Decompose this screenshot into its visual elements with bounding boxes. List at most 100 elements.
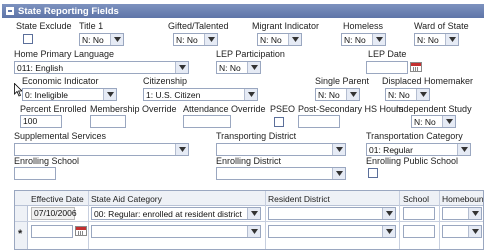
state-exclude-checkbox[interactable] bbox=[23, 34, 33, 44]
chevron-down-icon[interactable] bbox=[468, 208, 481, 219]
homeless-value: N: No bbox=[344, 34, 366, 45]
enrolling-school-label: Enrolling School bbox=[14, 156, 80, 166]
migrant-value: N: No bbox=[260, 34, 282, 45]
displaced-homemaker-label: Displaced Homemaker bbox=[382, 76, 474, 86]
new-row-marker: * bbox=[18, 228, 23, 240]
independent-study-label: Independent Study bbox=[396, 104, 472, 114]
col-homebound[interactable]: Homebound bbox=[442, 194, 483, 204]
homeless-select[interactable]: N: No bbox=[341, 33, 386, 46]
chevron-down-icon[interactable] bbox=[468, 226, 481, 237]
independent-study-select[interactable]: N: No bbox=[411, 115, 456, 128]
enrolling-public-school-label: Enrolling Public School bbox=[366, 156, 459, 166]
pseo-checkbox[interactable] bbox=[274, 117, 284, 127]
chevron-down-icon[interactable] bbox=[372, 34, 385, 45]
chevron-down-icon[interactable] bbox=[442, 116, 455, 127]
single-parent-label: Single Parent bbox=[315, 76, 370, 86]
school-input[interactable] bbox=[403, 207, 435, 220]
citizenship-select[interactable]: 1: U.S. Citizen bbox=[143, 88, 258, 101]
title1-select[interactable]: N: No bbox=[79, 33, 124, 46]
new-resident-district-select[interactable] bbox=[268, 225, 396, 238]
col-school[interactable]: School bbox=[403, 194, 429, 204]
chevron-down-icon[interactable] bbox=[247, 62, 260, 73]
home-language-label: Home Primary Language bbox=[14, 49, 115, 59]
enrolling-district-label: Enrolling District bbox=[216, 156, 282, 166]
transportation-category-select[interactable]: 01: Regular bbox=[366, 143, 471, 156]
chevron-down-icon[interactable] bbox=[288, 34, 301, 45]
chevron-down-icon[interactable] bbox=[416, 89, 429, 100]
chevron-down-icon[interactable] bbox=[204, 34, 217, 45]
displaced-homemaker-select[interactable]: N: No bbox=[385, 88, 430, 101]
migrant-label: Migrant Indicator bbox=[252, 21, 320, 31]
chevron-down-icon[interactable] bbox=[175, 144, 188, 155]
chevron-down-icon[interactable] bbox=[244, 89, 257, 100]
chevron-down-icon[interactable] bbox=[332, 168, 345, 179]
ward-select[interactable]: N: No bbox=[414, 33, 459, 46]
gifted-label: Gifted/Talented bbox=[168, 21, 229, 31]
home-language-value: 011: English bbox=[17, 62, 64, 73]
percent-enrolled-input[interactable]: 100 bbox=[20, 115, 62, 128]
chevron-down-icon[interactable] bbox=[175, 62, 188, 73]
economic-indicator-value: 0: Ineligible bbox=[25, 89, 69, 100]
citizenship-label: Citizenship bbox=[143, 76, 188, 86]
membership-override-label: Membership Override bbox=[90, 104, 177, 114]
effective-date-cell[interactable]: 07/10/2006 bbox=[31, 207, 77, 220]
percent-enrolled-label: Percent Enrolled bbox=[20, 104, 87, 114]
chevron-down-icon[interactable] bbox=[247, 208, 260, 219]
new-homebound-select[interactable] bbox=[442, 225, 482, 238]
col-resident-district[interactable]: Resident District bbox=[268, 194, 330, 204]
chevron-down-icon[interactable] bbox=[103, 89, 116, 100]
attendance-override-input[interactable] bbox=[183, 115, 231, 128]
lep-date-input[interactable] bbox=[366, 61, 408, 74]
gifted-value: N: No bbox=[176, 34, 198, 45]
citizenship-value: 1: U.S. Citizen bbox=[146, 89, 201, 100]
resident-district-select[interactable] bbox=[268, 207, 396, 220]
homebound-select[interactable] bbox=[442, 207, 482, 220]
chevron-down-icon[interactable] bbox=[332, 144, 345, 155]
migrant-select[interactable]: N: No bbox=[257, 33, 302, 46]
enrolling-school-input[interactable] bbox=[14, 167, 56, 180]
title1-value: N: No bbox=[82, 34, 104, 45]
chevron-down-icon[interactable] bbox=[247, 226, 260, 237]
title1-label: Title 1 bbox=[79, 21, 104, 31]
new-state-aid-category-select[interactable] bbox=[91, 225, 261, 238]
lep-participation-select[interactable]: N: No bbox=[216, 61, 261, 74]
transportation-category-value: 01: Regular bbox=[369, 144, 413, 155]
state-reporting-panel: State Reporting Fields State Exclude Tit… bbox=[0, 0, 486, 250]
supplemental-services-select[interactable] bbox=[14, 143, 189, 156]
chevron-down-icon[interactable] bbox=[382, 208, 395, 219]
state-aid-category-select[interactable]: 00: Regular: enrolled at resident distri… bbox=[91, 207, 261, 220]
gifted-select[interactable]: N: No bbox=[173, 33, 218, 46]
membership-override-input[interactable] bbox=[90, 115, 126, 128]
calendar-icon[interactable] bbox=[75, 226, 87, 236]
col-effective-date[interactable]: Effective Date bbox=[31, 194, 84, 204]
transporting-district-select[interactable] bbox=[216, 143, 346, 156]
ward-label: Ward of State bbox=[414, 21, 469, 31]
single-parent-value: N: No bbox=[318, 89, 340, 100]
chevron-down-icon[interactable] bbox=[110, 34, 123, 45]
attendance-override-label: Attendance Override bbox=[183, 104, 266, 114]
chevron-down-icon[interactable] bbox=[382, 226, 395, 237]
section-header[interactable]: State Reporting Fields bbox=[2, 4, 484, 18]
chevron-down-icon[interactable] bbox=[346, 89, 359, 100]
home-language-select[interactable]: 011: English bbox=[14, 61, 189, 74]
transporting-district-label: Transporting District bbox=[216, 131, 297, 141]
lep-participation-value: N: No bbox=[219, 62, 241, 73]
ward-value: N: No bbox=[417, 34, 439, 45]
enrolling-district-select[interactable] bbox=[216, 167, 346, 180]
state-aid-grid: Effective Date State Aid Category Reside… bbox=[14, 190, 484, 250]
post-secondary-hours-input[interactable] bbox=[298, 115, 340, 128]
single-parent-select[interactable]: N: No bbox=[315, 88, 360, 101]
collapse-icon[interactable] bbox=[6, 7, 14, 15]
enrolling-public-school-checkbox[interactable] bbox=[368, 168, 378, 178]
displaced-homemaker-value: N: No bbox=[388, 89, 410, 100]
col-state-aid-category[interactable]: State Aid Category bbox=[91, 194, 162, 204]
economic-indicator-select[interactable]: 0: Ineligible bbox=[22, 88, 117, 101]
transportation-category-label: Transportation Category bbox=[366, 131, 463, 141]
homeless-label: Homeless bbox=[343, 21, 384, 31]
chevron-down-icon[interactable] bbox=[457, 144, 470, 155]
new-effective-date-input[interactable] bbox=[31, 225, 73, 238]
pseo-label: PSEO bbox=[270, 104, 296, 114]
calendar-icon[interactable] bbox=[410, 62, 422, 72]
chevron-down-icon[interactable] bbox=[445, 34, 458, 45]
new-school-input[interactable] bbox=[403, 225, 435, 238]
